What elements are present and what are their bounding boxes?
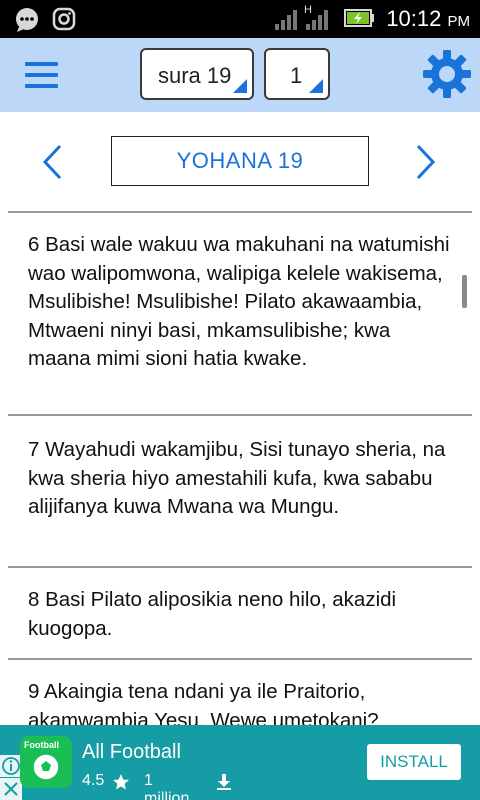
status-time-ampm: PM: [447, 13, 471, 30]
chevron-right-icon[interactable]: [412, 142, 440, 182]
ad-app-logo[interactable]: Football: [20, 736, 72, 788]
verse-select[interactable]: 1: [264, 48, 330, 100]
dropdown-triangle-icon: [309, 79, 323, 93]
network-type-label: H: [304, 4, 312, 16]
signal-h-icon: H: [304, 4, 328, 30]
app-toolbar: sura 19 1: [0, 38, 480, 112]
verse-item[interactable]: 6 Basi wale wakuu wa makuhani na watumis…: [28, 231, 458, 374]
chat-bubble-icon: [16, 8, 38, 32]
signal-icon: [275, 10, 297, 30]
battery-charging-icon: [344, 9, 374, 27]
chevron-left-icon[interactable]: [38, 142, 66, 182]
hamburger-menu-icon[interactable]: [22, 60, 62, 90]
ad-installs: 1 million: [144, 772, 190, 800]
instagram-icon: [52, 7, 76, 31]
verse-item[interactable]: 7 Wayahudi wakamjibu, Sisi tunayo sheria…: [28, 436, 458, 522]
chapter-select[interactable]: sura 19: [140, 48, 254, 100]
ad-info-icon[interactable]: [0, 755, 22, 777]
star-icon: [113, 774, 129, 790]
soccer-ball-icon: [32, 753, 60, 781]
divider: [8, 566, 472, 568]
status-time-value: 10:12: [386, 6, 442, 31]
ad-app-name[interactable]: All Football: [82, 741, 181, 764]
dropdown-triangle-icon: [233, 79, 247, 93]
verse-item[interactable]: 8 Basi Pilato aliposikia neno hilo, akaz…: [28, 586, 458, 643]
ad-rating: 4.5: [82, 772, 105, 789]
scrollbar-thumb[interactable]: [462, 275, 467, 308]
status-time: 10:12 PM: [386, 6, 470, 32]
divider: [8, 414, 472, 416]
install-button[interactable]: INSTALL: [367, 744, 461, 780]
status-bar: H 10:12 PM: [0, 0, 480, 38]
gear-icon[interactable]: [422, 49, 472, 99]
divider: [8, 211, 472, 213]
chapter-title: YOHANA 19: [111, 136, 369, 186]
ad-close-icon[interactable]: [0, 778, 22, 800]
download-icon: [217, 774, 231, 790]
verse-select-value: 1: [290, 63, 303, 88]
chapter-select-value: sura 19: [158, 63, 232, 88]
divider: [8, 658, 472, 660]
ad-logo-text: Football: [24, 740, 59, 750]
